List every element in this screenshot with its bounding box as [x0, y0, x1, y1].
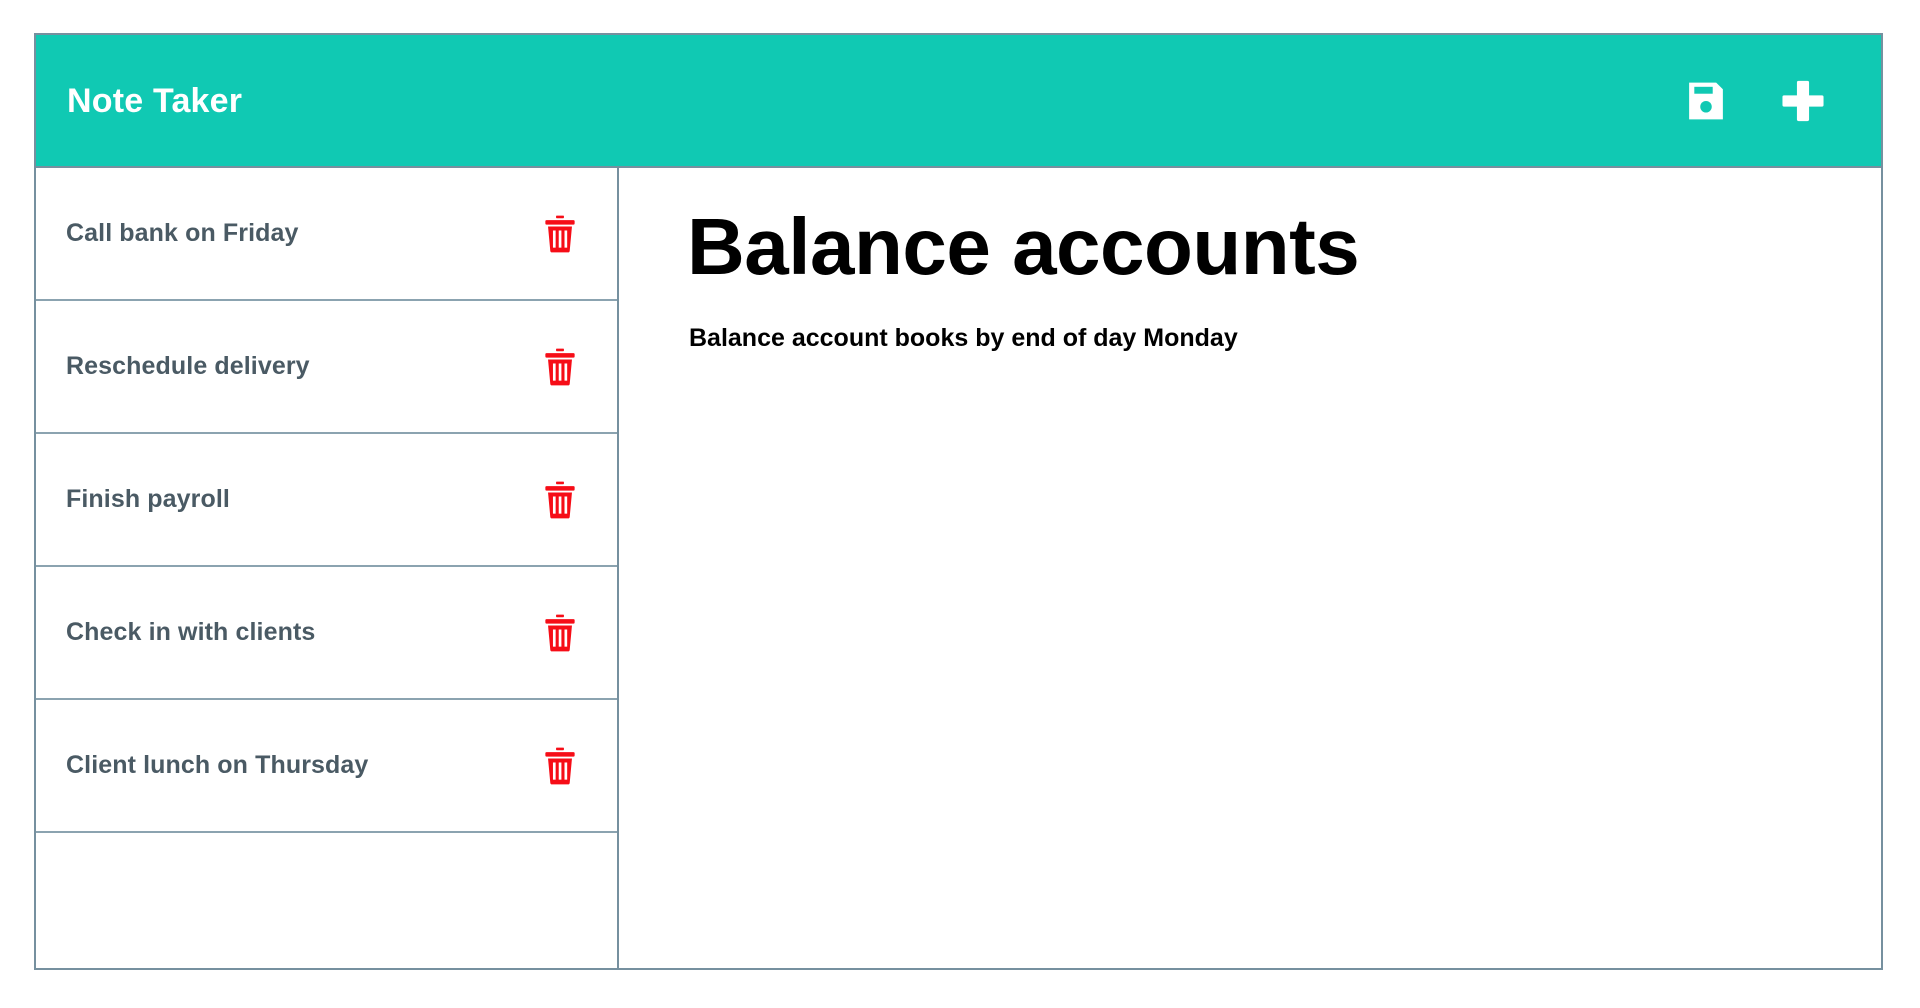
plus-icon: [1775, 73, 1831, 129]
app-header: Note Taker: [34, 33, 1883, 168]
note-title: Call bank on Friday: [66, 219, 299, 247]
list-item[interactable]: Check in with clients: [36, 567, 617, 700]
note-title: Client lunch on Thursday: [66, 751, 369, 779]
note-detail-title: Balance accounts: [687, 202, 1360, 291]
app-body: Call bank on Friday Reschedule delivery …: [34, 168, 1883, 970]
trash-icon: [543, 481, 577, 519]
list-item-empty[interactable]: [36, 833, 617, 966]
save-button[interactable]: [1683, 78, 1729, 124]
delete-note-button[interactable]: [543, 215, 577, 253]
list-item[interactable]: Client lunch on Thursday: [36, 700, 617, 833]
note-title: Reschedule delivery: [66, 352, 310, 380]
note-detail-body: Balance account books by end of day Mond…: [689, 323, 1238, 352]
note-taker-app: Note Taker Call bank on Friday Reschedul…: [34, 33, 1883, 970]
add-note-button[interactable]: [1775, 73, 1831, 129]
delete-note-button[interactable]: [543, 747, 577, 785]
trash-icon: [543, 614, 577, 652]
note-title: Finish payroll: [66, 485, 230, 513]
list-item[interactable]: Finish payroll: [36, 434, 617, 567]
note-detail-pane: Balance accounts Balance account books b…: [619, 168, 1883, 970]
list-item[interactable]: Call bank on Friday: [36, 168, 617, 301]
trash-icon: [543, 747, 577, 785]
delete-note-button[interactable]: [543, 614, 577, 652]
notes-list: Call bank on Friday Reschedule delivery …: [34, 168, 619, 970]
list-item[interactable]: Reschedule delivery: [36, 301, 617, 434]
header-actions: [1683, 73, 1853, 129]
app-title: Note Taker: [67, 81, 243, 120]
trash-icon: [543, 215, 577, 253]
delete-note-button[interactable]: [543, 348, 577, 386]
delete-note-button[interactable]: [543, 481, 577, 519]
save-icon: [1683, 78, 1729, 124]
note-title: Check in with clients: [66, 618, 316, 646]
trash-icon: [543, 348, 577, 386]
